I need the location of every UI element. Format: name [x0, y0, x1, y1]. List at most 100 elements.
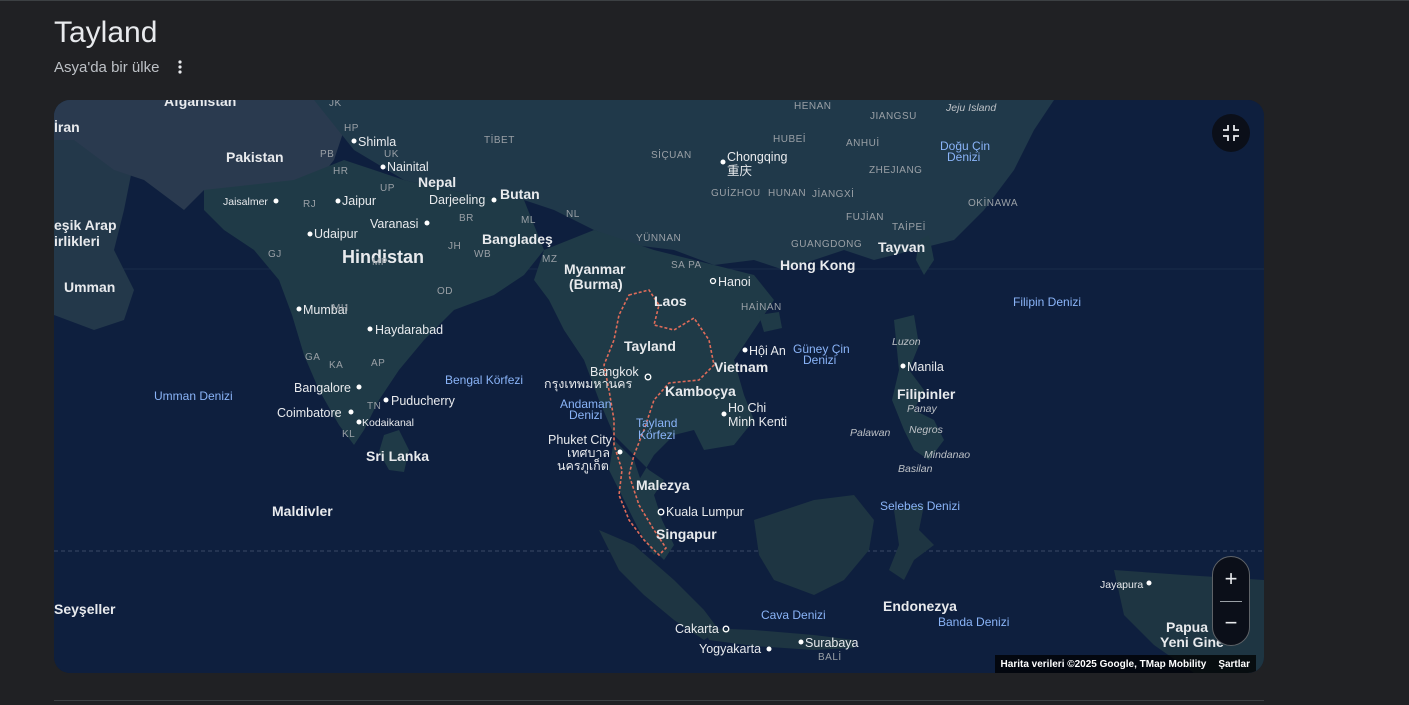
svg-text:HENAN: HENAN [794, 101, 832, 112]
exit-fullscreen-button[interactable] [1212, 114, 1250, 152]
more-vert-icon [178, 60, 182, 74]
label-guney-cin-2: Denizi [803, 353, 836, 367]
label-palawan: Palawan [850, 427, 890, 439]
label-varanasi: Varanasi [370, 217, 418, 231]
label-manila: Manila [907, 360, 944, 374]
map-attribution: Harita verileri ©2025 Google, TMap Mobil… [994, 655, 1256, 673]
label-jaisalmer: Jaisalmer [223, 196, 268, 208]
label-iran: İran [54, 119, 80, 135]
label-pakistan: Pakistan [226, 149, 284, 165]
label-andaman-2: Denizi [569, 408, 602, 422]
page-subtitle: Asya'da bir ülke [54, 59, 160, 76]
label-hanoi: Hanoi [718, 275, 751, 289]
label-hong-kong: Hong Kong [780, 257, 855, 273]
svg-text:HUNAN: HUNAN [768, 188, 806, 199]
label-luzon: Luzon [892, 336, 921, 348]
svg-text:JIANGSU: JIANGSU [870, 111, 917, 122]
label-kuala-lumpur: Kuala Lumpur [666, 505, 744, 519]
svg-text:BALİ: BALİ [818, 650, 842, 663]
label-negros: Negros [909, 424, 944, 436]
svg-text:PB: PB [320, 149, 334, 160]
svg-text:GUİZHOU: GUİZHOU [711, 186, 761, 199]
svg-text:JH: JH [448, 241, 461, 252]
label-phuket-native: เทศบาล [567, 446, 610, 460]
svg-text:FUJİAN: FUJİAN [846, 210, 884, 223]
svg-text:TN: TN [367, 401, 381, 412]
label-tayland-korfezi-2: Körfezi [638, 428, 675, 442]
label-seyseller: Seyşeller [54, 601, 116, 617]
label-nainital: Nainital [387, 160, 429, 174]
top-divider [0, 0, 1409, 1]
label-myanmar-2: (Burma) [569, 276, 623, 292]
bottom-divider [54, 700, 1264, 701]
terms-link[interactable]: Şartlar [1218, 659, 1250, 670]
label-phuket-native-2: นครภูเก็ต [557, 458, 609, 474]
svg-text:GJ: GJ [268, 249, 282, 260]
label-bangkok-native: กรุงเทพมหานคร [544, 377, 633, 392]
svg-text:ML: ML [521, 215, 536, 226]
zoom-in-button[interactable]: + [1213, 558, 1249, 600]
svg-text:HUBEİ: HUBEİ [773, 132, 806, 145]
label-kodaikanal: Kodaikanal [362, 417, 414, 429]
label-myanmar: Myanmar [564, 261, 626, 277]
label-tayvan: Tayvan [878, 239, 925, 255]
svg-text:JK: JK [329, 100, 342, 109]
label-maldivler: Maldivler [272, 503, 333, 519]
label-afganistan: Afganistan [164, 100, 236, 109]
label-haydarabad: Haydarabad [375, 323, 443, 337]
label-malezya: Malezya [636, 477, 690, 493]
map-container[interactable]: Afganistan İran Pakistan Nepal Butan eşi… [54, 100, 1264, 673]
label-umman: Umman [64, 279, 115, 295]
svg-text:UK: UK [384, 149, 399, 160]
label-bengal: Bengal Körfezi [445, 373, 523, 387]
label-chongqing-native: 重庆 [727, 163, 753, 178]
label-nepal: Nepal [418, 174, 456, 190]
label-ho-chi-minh-2: Minh Kenti [728, 415, 787, 429]
label-filipinler: Filipinler [897, 386, 956, 402]
svg-text:ANHUİ: ANHUİ [846, 136, 880, 149]
more-options-button[interactable] [170, 56, 190, 78]
label-filipin: Filipin Denizi [1013, 295, 1081, 309]
page-title: Tayland [54, 16, 158, 49]
label-darjeeling: Darjeeling [429, 193, 485, 207]
zoom-out-button[interactable]: − [1213, 602, 1249, 644]
label-dogu-cin-2: Denizi [947, 150, 980, 164]
svg-text:WB: WB [474, 249, 491, 260]
svg-text:NL: NL [566, 209, 580, 220]
svg-text:SİÇUAN: SİÇUAN [651, 148, 692, 161]
svg-text:OD: OD [437, 286, 453, 297]
label-yogyakarta: Yogyakarta [699, 642, 761, 656]
exit-fullscreen-icon [1223, 125, 1239, 141]
label-bae-2: irlikleri [54, 233, 100, 249]
label-jaipur: Jaipur [342, 194, 376, 208]
label-banglades: Bangladeş [482, 231, 553, 247]
svg-text:BR: BR [459, 213, 474, 224]
label-kambocya: Kamboçya [665, 383, 736, 399]
svg-text:UP: UP [380, 183, 395, 194]
label-endonezya: Endonezya [883, 598, 957, 614]
label-butan: Butan [500, 186, 540, 202]
svg-text:MH: MH [332, 303, 349, 314]
map-canvas[interactable]: Afganistan İran Pakistan Nepal Butan eşi… [54, 100, 1264, 673]
svg-text:GUANGDONG: GUANGDONG [791, 239, 862, 250]
svg-text:ZHEJIANG: ZHEJIANG [869, 165, 922, 176]
svg-text:KA: KA [329, 360, 343, 371]
svg-text:HAİNAN: HAİNAN [741, 300, 782, 313]
label-hoi-an: Hội An [749, 344, 786, 358]
svg-text:MZ: MZ [542, 254, 557, 265]
svg-text:HR: HR [333, 166, 348, 177]
svg-text:OKİNAWA: OKİNAWA [968, 196, 1018, 209]
svg-text:YÜNNAN: YÜNNAN [636, 232, 681, 244]
svg-text:GA: GA [305, 352, 320, 363]
label-banda: Banda Denizi [938, 615, 1009, 629]
label-shimla: Shimla [358, 135, 396, 149]
svg-text:AP: AP [371, 358, 385, 369]
svg-text:JİANGXİ: JİANGXİ [812, 187, 854, 200]
attribution-text: Harita verileri ©2025 Google, TMap Mobil… [1000, 658, 1207, 670]
zoom-control: + − [1212, 556, 1250, 646]
svg-text:TİBET: TİBET [484, 133, 515, 146]
label-vietnam: Vietnam [714, 359, 768, 375]
label-cava: Cava Denizi [761, 608, 826, 622]
svg-text:SA PA: SA PA [671, 260, 702, 271]
label-udaipur: Udaipur [314, 227, 358, 241]
